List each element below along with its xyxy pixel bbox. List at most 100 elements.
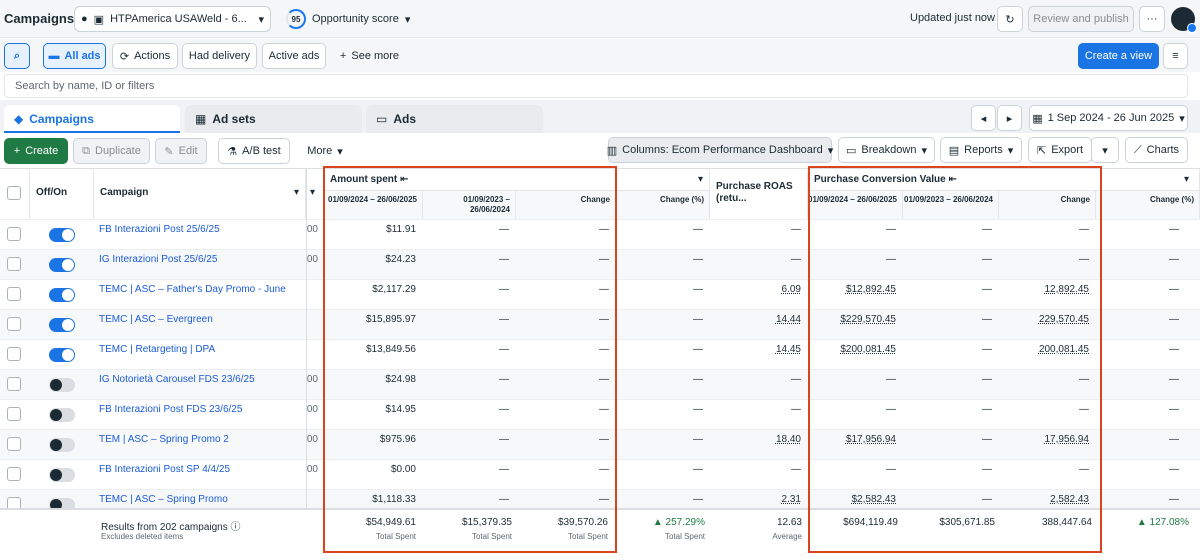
table-row[interactable]: TEMC | ASC – Father's Day Promo - June $2… [0, 279, 1200, 309]
table-row[interactable]: IG Interazioni Post 25/6/25 00 $24.23 — — — — —… [0, 249, 1200, 279]
campaign-name-link[interactable]: FB Interazioni Post FDS 23/6/25 [99, 404, 242, 415]
cell-pcv-ch[interactable]: 12,892.45 [999, 280, 1096, 310]
refresh-button[interactable]: ↻ [997, 6, 1023, 32]
cell-pcv[interactable]: $17,956.94 [808, 430, 903, 460]
tab-ad-sets[interactable]: ▦ Ad sets [185, 105, 362, 133]
row-checkbox[interactable] [7, 227, 21, 241]
actions-label: Actions [134, 50, 171, 62]
avatar[interactable] [1171, 7, 1197, 33]
next-page-button[interactable]: ▸ [997, 105, 1022, 131]
delivery-toggle[interactable] [49, 378, 75, 392]
cell-pcv[interactable]: $12,892.45 [808, 280, 903, 310]
delivery-toggle[interactable] [49, 288, 75, 302]
columns-selector[interactable]: ▥ Columns: Ecom Performance Dashboard ▾ [607, 137, 833, 163]
table-row[interactable]: TEMC | ASC – Evergreen $15,895.97 — — — 14.44… [0, 309, 1200, 339]
cell-spent-ch: — [599, 344, 609, 355]
hidden-column-cell: 00 [306, 254, 318, 265]
export-button[interactable]: ⇱ Export [1028, 137, 1092, 163]
table-row[interactable]: IG Notorietà Carousel FDS 23/6/25 00 $24.9… [0, 369, 1200, 399]
row-checkbox[interactable] [7, 347, 21, 361]
date-range-picker[interactable]: ▦ 1 Sep 2024 - 26 Jun 2025 ▾ [1029, 105, 1188, 131]
ab-test-button[interactable]: ⚗ A/B test [218, 138, 290, 164]
cell-pcv-ch[interactable]: 200,081.45 [999, 340, 1096, 370]
delivery-toggle[interactable] [49, 348, 75, 362]
cell-roas[interactable]: 6.09 [710, 280, 808, 310]
campaign-name-link[interactable]: TEMC | Retargeting | DPA [99, 344, 215, 355]
prev-page-button[interactable]: ◂ [971, 105, 996, 131]
breakdown-button[interactable]: ▭ Breakdown ▾ [838, 137, 935, 163]
delivery-toggle[interactable] [49, 258, 75, 272]
all-ads-filter[interactable]: ▬ All ads [43, 43, 106, 69]
cell-roas[interactable]: 14.44 [710, 310, 808, 340]
campaign-header[interactable]: Campaign ▾ [94, 169, 306, 219]
cell-roas: — [791, 464, 801, 475]
tab-ads[interactable]: ▭ Ads [366, 105, 543, 133]
toggle-knob [50, 379, 62, 391]
cell-roas: — [791, 224, 801, 235]
hidden-column-cell: 00 [306, 464, 318, 475]
duplicate-button[interactable]: ⧉ Duplicate [73, 138, 150, 164]
campaign-name-link[interactable]: FB Interazioni Post SP 4/4/25 [99, 464, 230, 475]
cell-pct: — [693, 344, 703, 355]
actions-filter[interactable]: ⟳ Actions [112, 43, 178, 69]
delivery-toggle[interactable] [49, 228, 75, 242]
delivery-toggle[interactable] [49, 468, 75, 482]
reports-button[interactable]: ▤ Reports ▾ [940, 137, 1022, 163]
delivery-toggle[interactable] [49, 408, 75, 422]
cell-spent-ch: — [599, 254, 609, 265]
table-row[interactable]: FB Interazioni Post 25/6/25 00 $11.91 — — — — —… [0, 219, 1200, 249]
charts-button[interactable]: ⟋ Charts [1125, 137, 1188, 163]
campaign-name-link[interactable]: TEMC | ASC – Father's Day Promo - June [99, 284, 286, 295]
table-row[interactable]: TEMC | Retargeting | DPA $13,849.56 — — — 14.… [0, 339, 1200, 369]
campaign-name-link[interactable]: TEMC | ASC – Spring Promo [99, 494, 228, 505]
cell-pcv[interactable]: $200,081.45 [808, 340, 903, 370]
cell-roas[interactable]: 18.40 [710, 430, 808, 460]
view-settings-button[interactable]: ≡ [1163, 43, 1188, 69]
search-button[interactable]: ⌕ [4, 43, 30, 69]
had-delivery-filter[interactable]: Had delivery [182, 43, 257, 69]
cell-pcv-ch[interactable]: 229,570.45 [999, 310, 1096, 340]
opportunity-score[interactable]: 95 Opportunity score ▾ [286, 9, 410, 29]
row-checkbox[interactable] [7, 407, 21, 421]
toggle-knob [62, 349, 74, 361]
campaign-name-link[interactable]: TEM | ASC – Spring Promo 2 [99, 434, 229, 445]
row-checkbox[interactable] [7, 257, 21, 271]
cell-pcv-b: — [982, 254, 992, 265]
account-selector[interactable]: ● ▣ HTPAmerica USAWeld - 6... ▾ [74, 6, 271, 32]
create-button[interactable]: + Create [4, 138, 68, 164]
row-checkbox[interactable] [7, 467, 21, 481]
cell-pcv[interactable]: $229,570.45 [808, 310, 903, 340]
campaign-name-link[interactable]: IG Notorietà Carousel FDS 23/6/25 [99, 374, 255, 385]
campaign-name-link[interactable]: TEMC | ASC – Evergreen [99, 314, 213, 325]
select-all-checkbox[interactable] [7, 186, 21, 200]
change-header: Change [516, 190, 616, 219]
delivery-toggle[interactable] [49, 318, 75, 332]
roas-header[interactable]: Purchase ROAS (retu... [710, 169, 808, 219]
more-actions-button[interactable]: More ▾ [296, 138, 354, 164]
table-row[interactable]: TEM | ASC – Spring Promo 2 00 $975.96 — — — 18… [0, 429, 1200, 459]
footer-pcv-change: 388,447.64 [1041, 517, 1092, 528]
search-input[interactable]: Search by name, ID or filters [4, 74, 1188, 98]
table-row[interactable]: FB Interazioni Post SP 4/4/25 00 $0.00 — — — —… [0, 459, 1200, 489]
campaign-name-link[interactable]: IG Interazioni Post 25/6/25 [99, 254, 217, 265]
edit-button[interactable]: ✎ Edit [155, 138, 207, 164]
row-checkbox[interactable] [7, 317, 21, 331]
cell-roas[interactable]: 14.45 [710, 340, 808, 370]
cell-pct: — [693, 284, 703, 295]
export-dropdown[interactable]: ▾ [1091, 137, 1119, 163]
see-more-button[interactable]: + See more [332, 43, 407, 69]
campaign-name-link[interactable]: FB Interazioni Post 25/6/25 [99, 224, 220, 235]
footer-pcv: $694,119.49 [843, 517, 898, 528]
delivery-toggle[interactable] [49, 438, 75, 452]
table-row[interactable]: FB Interazioni Post FDS 23/6/25 00 $14.95 —… [0, 399, 1200, 429]
row-checkbox[interactable] [7, 437, 21, 451]
create-view-button[interactable]: Create a view [1078, 43, 1159, 69]
cell-pcv-ch[interactable]: 17,956.94 [999, 430, 1096, 460]
row-checkbox[interactable] [7, 287, 21, 301]
chevron-left-icon: ◂ [980, 112, 987, 125]
active-ads-filter[interactable]: Active ads [262, 43, 326, 69]
review-publish-button[interactable]: Review and publish [1028, 6, 1134, 32]
tab-campaigns[interactable]: ◆ Campaigns [4, 105, 180, 133]
row-checkbox[interactable] [7, 377, 21, 391]
more-options-button[interactable]: ··· [1139, 6, 1165, 32]
